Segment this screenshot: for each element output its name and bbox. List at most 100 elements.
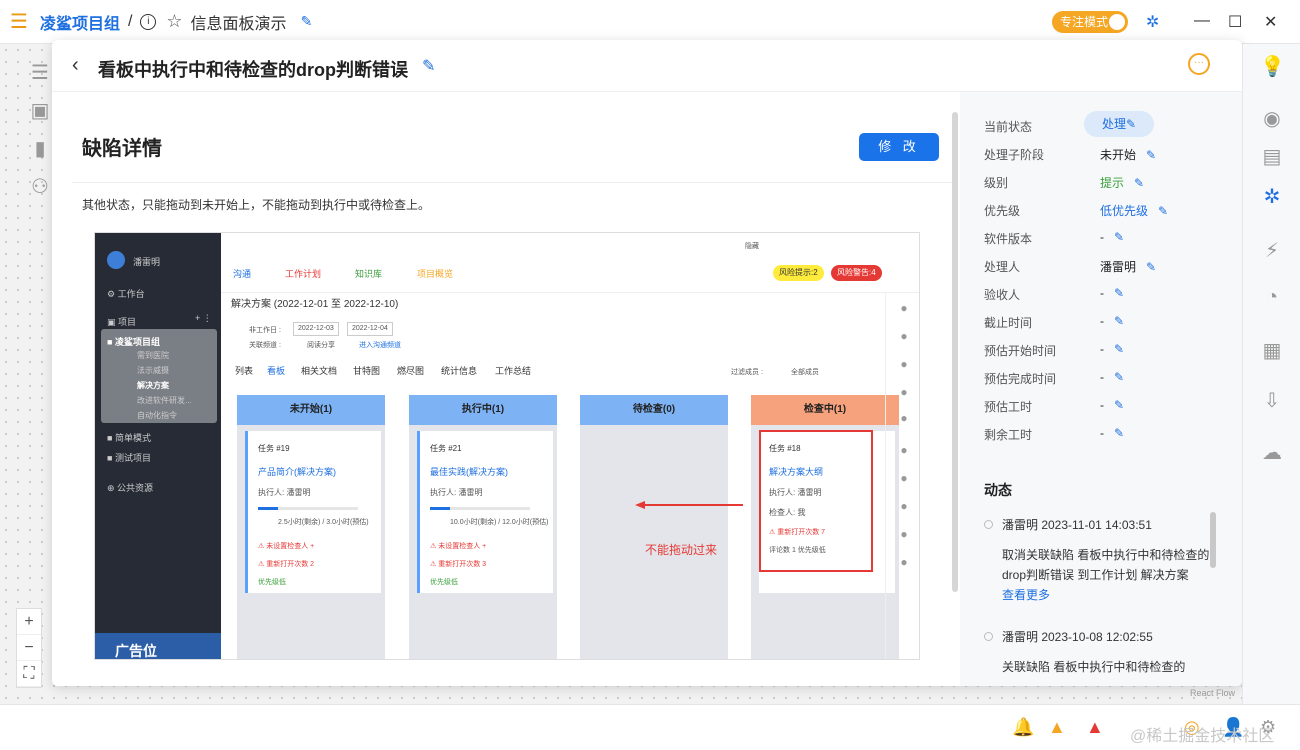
shot-simple: ■ 简单模式 <box>107 433 151 443</box>
task-card: 任务 #19 产品简介(解决方案) 执行人: 潘雷明 2.5小时(剩余) / 3… <box>245 431 381 593</box>
close-icon[interactable]: ✕ <box>1264 12 1277 32</box>
prop-label: 截止时间 <box>984 316 1033 330</box>
shot-group-item: 法示威摄 <box>137 366 169 375</box>
alert-icon[interactable]: ▲ <box>1048 717 1066 738</box>
fit-view-icon[interactable]: ⛶ <box>17 661 41 687</box>
edit-icon[interactable]: ✎ <box>1114 314 1124 328</box>
prop-value: 提示 ✎ <box>1100 176 1145 190</box>
shot-projects: ▣ 项目 <box>107 317 137 327</box>
edit-icon[interactable]: ✎ <box>1134 176 1144 190</box>
prop-value: - ✎ <box>1100 426 1125 440</box>
plug-icon[interactable]: ⚡ <box>1260 238 1284 262</box>
edit-icon[interactable]: ✎ <box>1114 342 1124 356</box>
star-icon[interactable]: ☆ <box>166 11 182 32</box>
shot-breadcrumb: 解决方案 (2022-12-01 至 2022-12-10) <box>231 299 399 310</box>
document-icon[interactable]: ▤ <box>1260 144 1284 168</box>
shot-group-item: 需到医院 <box>137 351 169 360</box>
bell-icon[interactable]: 🔔 <box>1012 717 1034 738</box>
shot-user: 潘雷明 <box>133 257 161 267</box>
prop-label: 剩余工时 <box>984 428 1033 442</box>
column-header: 待检查(0) <box>580 395 728 425</box>
shot-view-tab: 列表 <box>235 366 254 376</box>
shot-date: 2022-12-03 <box>293 322 339 336</box>
property-panel: 当前状态 处理✎ 处理子阶段 未开始 ✎ 级别 提示 ✎ 优先级 低优先级 ✎ 软件版… <box>960 92 1242 686</box>
embedded-screenshot: 潘雷明 ⚙ 工作台 ▣ 项目 + ⋮ ■ 凌鲨项目组 需到医院 法示威摄 解决方… <box>94 232 920 660</box>
bottom-bar: 🔔 ▲ ▲ ◎ 👤 ⚙ <box>0 704 1300 750</box>
shot-workbench: ⚙ 工作台 <box>107 289 145 299</box>
prop-label: 预估工时 <box>984 400 1033 414</box>
bug-icon[interactable]: ✲ <box>1146 12 1159 32</box>
shot-ad: 广告位 <box>95 633 221 659</box>
breadcrumb-separator: / <box>127 12 133 30</box>
shot-tab: 项目概览 <box>417 269 454 279</box>
prop-value: - ✎ <box>1100 342 1125 356</box>
bulb-icon[interactable]: 💡 <box>1260 54 1285 78</box>
location-icon[interactable]: ◉ <box>1260 106 1284 130</box>
prop-value: 未开始 ✎ <box>1100 148 1157 162</box>
minimize-icon[interactable]: — <box>1194 12 1210 30</box>
shot-group: ■ 凌鲨项目组 需到医院 法示威摄 解决方案 改进软件研发... 自动化指令 <box>101 329 217 423</box>
card-id: 任务 #21 <box>430 444 462 453</box>
pie-chart-icon[interactable]: ◔ <box>1260 286 1284 310</box>
prop-label: 当前状态 <box>984 120 1033 134</box>
edit-icon[interactable]: ✎ <box>1146 260 1156 274</box>
shot-grid-icon: ● <box>900 555 908 569</box>
focus-mode-toggle[interactable]: 专注模式 <box>1052 11 1128 33</box>
kanban-column: 执行中(1) 任务 #21 最佳实践(解决方案) 执行人: 潘雷明 10.0小时… <box>409 395 557 659</box>
view-more-link[interactable]: 查看更多 <box>1002 588 1050 602</box>
content-scrollbar[interactable] <box>952 112 958 592</box>
maximize-icon[interactable]: ☐ <box>1228 12 1242 32</box>
defect-modal: ‹ 看板中执行中和待检查的drop判断错误 ✎ ··· 缺陷详情 修 改 其他状… <box>52 40 1242 686</box>
shot-view-tab: 看板 <box>267 366 286 376</box>
back-icon[interactable]: ‹ <box>72 54 79 77</box>
chat-icon[interactable]: ··· <box>1188 53 1210 75</box>
cloud-icon[interactable]: ☁ <box>1260 440 1284 464</box>
card-priority: 优先级低 <box>258 579 286 586</box>
edit-page-icon[interactable]: ✎ <box>301 13 313 30</box>
edit-icon[interactable]: ✎ <box>1114 370 1124 384</box>
calendar-icon[interactable]: ▦ <box>1260 338 1284 362</box>
edit-icon[interactable]: ✎ <box>1114 286 1124 300</box>
shot-doc-icon: ● <box>900 385 908 399</box>
info-icon[interactable]: i <box>140 13 157 30</box>
card-warning: ⚠ 重新打开次数 3 <box>430 561 487 568</box>
shot-filter-label: 过滤成员 : <box>731 369 763 376</box>
shot-tab: 工作计划 <box>285 269 322 279</box>
edit-icon[interactable]: ✎ <box>1114 398 1124 412</box>
column-header: 检查中(1) <box>751 395 899 425</box>
zoom-out-icon[interactable]: − <box>17 635 41 661</box>
shot-hide: 隐藏 <box>745 243 759 250</box>
prop-label: 软件版本 <box>984 232 1033 246</box>
edit-title-icon[interactable]: ✎ <box>422 56 435 76</box>
download-icon[interactable]: ⇩ <box>1260 388 1284 412</box>
shot-topbar: 隐藏 沟通 工作计划 知识库 项目概览 风险提示:2 风险警告:4 <box>221 233 919 293</box>
kanban-column: 待检查(0) <box>580 395 728 659</box>
card-name: 最佳实践(解决方案) <box>430 467 508 477</box>
shot-channel-value: 阅读分享 <box>307 342 335 349</box>
card-progress <box>258 507 358 510</box>
bug-icon[interactable]: ✲ <box>1260 184 1284 208</box>
defect-description: 其他状态，只能拖动到未开始上，不能拖动到执行中或待检查上。 <box>82 198 431 212</box>
activity-body: 关联缺陷 看板中执行中和待检查的 <box>1002 660 1186 674</box>
zoom-in-icon[interactable]: + <box>17 609 41 635</box>
edit-icon[interactable]: ✎ <box>1146 148 1156 162</box>
shot-chart-icon: ● <box>900 471 908 485</box>
modify-button[interactable]: 修 改 <box>859 133 939 161</box>
menu-icon[interactable]: ☰ <box>10 9 28 34</box>
edit-icon[interactable]: ✎ <box>1158 204 1168 218</box>
arrow-icon <box>635 501 743 509</box>
activity-scrollbar[interactable] <box>1210 512 1216 568</box>
card-warning: ⚠ 未设置检查人 + <box>258 543 315 550</box>
defect-title: 看板中执行中和待检查的drop判断错误 <box>98 60 408 80</box>
edit-icon[interactable]: ✎ <box>1114 426 1124 440</box>
right-rail: 💡 ◉ ▤ ✲ ⚡ ◔ ▦ ⇩ ☁ <box>1242 44 1300 704</box>
shot-nonwork-label: 非工作日 : <box>249 327 281 334</box>
alarm-icon[interactable]: ▲ <box>1086 717 1104 738</box>
edit-icon[interactable]: ✎ <box>1114 230 1124 244</box>
shot-bulb-icon: ● <box>900 301 908 315</box>
project-name[interactable]: 凌鲨项目组 <box>40 10 120 34</box>
section-title: 缺陷详情 <box>82 138 162 160</box>
shot-group-item: 改进软件研发... <box>137 396 192 405</box>
react-flow-attribution[interactable]: React Flow <box>1190 688 1235 698</box>
status-pill[interactable]: 处理✎ <box>1084 111 1154 137</box>
